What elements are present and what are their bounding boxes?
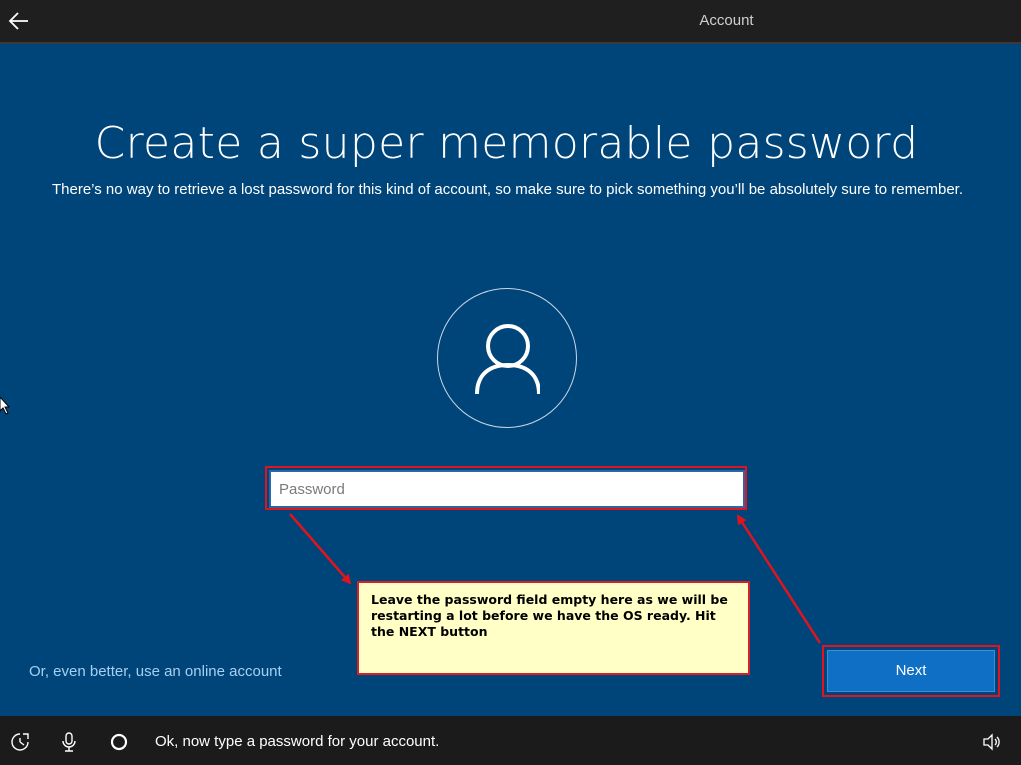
top-bar-divider — [0, 42, 1021, 44]
volume-button[interactable] — [982, 732, 1002, 752]
microphone-icon — [62, 732, 76, 752]
cortana-icon — [110, 733, 128, 751]
next-button[interactable]: Next — [827, 650, 995, 692]
cortana-button[interactable] — [109, 732, 129, 752]
back-button[interactable] — [6, 8, 32, 34]
microphone-button[interactable] — [59, 732, 79, 752]
top-bar: Account — [0, 0, 1021, 44]
tab-account[interactable]: Account — [629, 0, 824, 44]
mouse-cursor-icon — [0, 397, 10, 415]
assistant-prompt: Ok, now type a password for your account… — [155, 733, 440, 750]
ease-of-access-icon — [11, 733, 29, 751]
online-account-link[interactable]: Or, even better, use an online account — [29, 663, 282, 680]
bottom-bar — [0, 716, 1021, 765]
user-icon — [475, 324, 540, 394]
volume-icon — [983, 733, 1000, 751]
avatar — [437, 288, 577, 428]
page-title: Create a super memorable password — [94, 118, 919, 169]
arrow-left-icon — [8, 12, 28, 30]
ease-of-access-button[interactable] — [10, 732, 30, 752]
page-subtitle: There’s no way to retrieve a lost passwo… — [52, 181, 963, 198]
arrow-to-note — [289, 513, 352, 585]
password-input[interactable] — [269, 470, 745, 508]
annotation-note: Leave the password field empty here as w… — [357, 581, 750, 675]
arrow-to-password — [736, 514, 822, 644]
